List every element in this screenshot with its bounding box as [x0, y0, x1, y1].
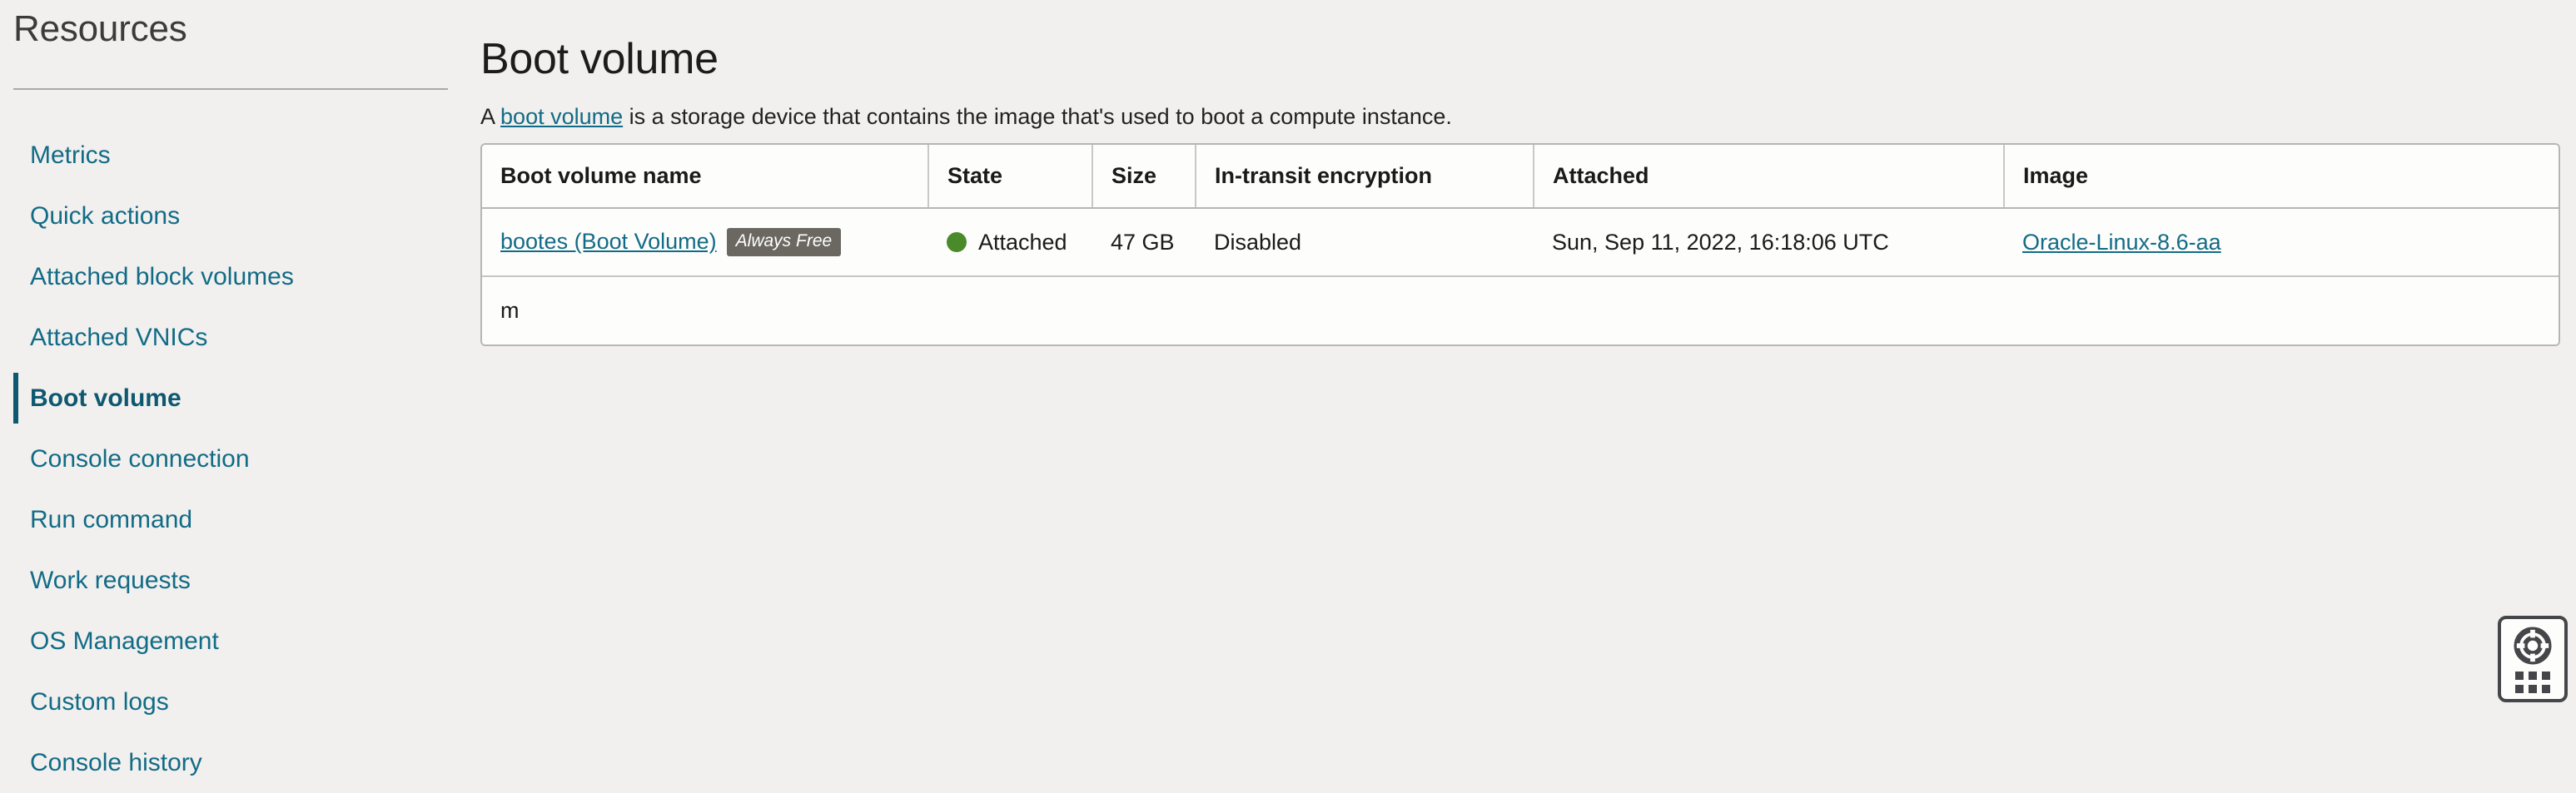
- cell-in-transit-encryption: Disabled: [1196, 208, 1534, 277]
- boot-volume-table-container: Boot volume name State Size In-transit e…: [480, 143, 2560, 346]
- sidebar-item-quick-actions[interactable]: Quick actions: [0, 186, 466, 246]
- sidebar-item-console-history[interactable]: Console history: [0, 732, 466, 793]
- cell-boot-volume-name: bootes (Boot Volume) Always Free: [482, 208, 928, 277]
- sidebar-item-console-connection[interactable]: Console connection: [0, 429, 466, 489]
- sidebar-item-label: OS Management: [30, 627, 219, 655]
- status-badge: Attached: [978, 229, 1067, 255]
- sidebar-item-label: Console connection: [30, 444, 250, 473]
- sidebar-item-label: Work requests: [30, 566, 191, 594]
- sidebar-item-label: Metrics: [30, 141, 111, 169]
- sidebar-item-os-management[interactable]: OS Management: [0, 611, 466, 672]
- lifebuoy-icon: [2514, 627, 2552, 665]
- table-footer-row: m: [482, 276, 2559, 344]
- sidebar-item-label: Console history: [30, 748, 202, 776]
- sidebar-title: Resources: [13, 8, 187, 49]
- boot-volume-doc-link[interactable]: boot volume: [500, 104, 623, 129]
- column-header-state[interactable]: State: [928, 145, 1093, 209]
- sidebar-divider: [13, 88, 448, 90]
- table-footer-cell: m: [482, 276, 2559, 344]
- column-header-in-transit-encryption[interactable]: In-transit encryption: [1196, 145, 1534, 209]
- page-description: A boot volume is a storage device that c…: [480, 104, 1452, 130]
- cell-image: Oracle-Linux-8.6-aa: [2004, 208, 2559, 277]
- main-content: Boot volume A boot volume is a storage d…: [480, 0, 2576, 782]
- table-header-row: Boot volume name State Size In-transit e…: [482, 145, 2559, 209]
- sidebar-item-label: Boot volume: [30, 384, 182, 412]
- column-header-image[interactable]: Image: [2004, 145, 2559, 209]
- always-free-badge: Always Free: [726, 228, 842, 256]
- table-header: Boot volume name State Size In-transit e…: [482, 145, 2559, 209]
- sidebar-item-label: Run command: [30, 505, 193, 533]
- sidebar-item-label: Attached VNICs: [30, 323, 208, 351]
- help-widget[interactable]: [2498, 616, 2568, 702]
- sidebar-item-metrics[interactable]: Metrics: [0, 125, 466, 186]
- sidebar-item-label: Quick actions: [30, 201, 181, 230]
- table-body: bootes (Boot Volume) Always Free Attached…: [482, 208, 2559, 344]
- sidebar-item-attached-block-volumes[interactable]: Attached block volumes: [0, 246, 466, 307]
- sidebar-item-custom-logs[interactable]: Custom logs: [0, 672, 466, 732]
- resources-sidebar: Resources Metrics Quick actions Attached…: [0, 0, 466, 782]
- page-title: Boot volume: [480, 34, 719, 83]
- status-dot-icon: [947, 232, 967, 252]
- column-header-boot-volume-name[interactable]: Boot volume name: [482, 145, 929, 209]
- table-row: bootes (Boot Volume) Always Free Attached…: [482, 208, 2559, 277]
- sidebar-item-work-requests[interactable]: Work requests: [0, 550, 466, 611]
- column-header-attached[interactable]: Attached: [1534, 145, 2005, 209]
- cell-size: 47 GB: [1092, 208, 1196, 277]
- apps-grid-icon: [2515, 672, 2550, 693]
- sidebar-item-run-command[interactable]: Run command: [0, 489, 466, 550]
- sidebar-item-label: Attached block volumes: [30, 262, 294, 290]
- column-header-size[interactable]: Size: [1092, 145, 1196, 209]
- sidebar-item-label: Custom logs: [30, 687, 169, 716]
- description-suffix: is a storage device that contains the im…: [623, 104, 1452, 129]
- page-root: Resources Metrics Quick actions Attached…: [0, 0, 2576, 782]
- boot-volume-name-link[interactable]: bootes (Boot Volume): [500, 229, 717, 254]
- cell-state: Attached: [928, 208, 1092, 277]
- cell-attached: Sun, Sep 11, 2022, 16:18:06 UTC: [1534, 208, 2004, 277]
- image-link[interactable]: Oracle-Linux-8.6-aa: [2022, 230, 2221, 255]
- boot-volume-table: Boot volume name State Size In-transit e…: [482, 145, 2559, 344]
- sidebar-item-boot-volume[interactable]: Boot volume: [0, 368, 466, 429]
- sidebar-nav: Metrics Quick actions Attached block vol…: [0, 125, 466, 793]
- table-footer-text: m: [500, 298, 520, 323]
- description-prefix: A: [480, 104, 501, 129]
- sidebar-item-attached-vnics[interactable]: Attached VNICs: [0, 307, 466, 368]
